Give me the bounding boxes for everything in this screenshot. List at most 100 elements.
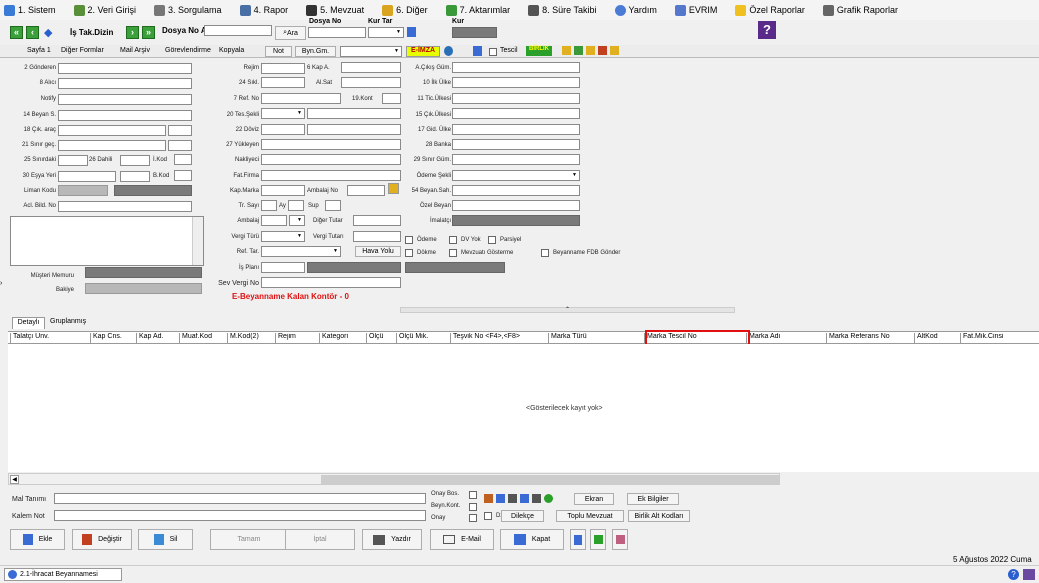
notify-input[interactable] [58,94,192,105]
col-header[interactable]: Kap Ad. [136,333,179,344]
amb-input[interactable] [261,215,287,226]
first-button[interactable]: « [10,26,23,39]
dokme-checkbox[interactable] [405,249,413,257]
gonderen-input[interactable] [58,63,192,74]
side-collapse-icon[interactable]: › [0,280,5,290]
diamond-icon[interactable]: ◆ [44,26,56,39]
upload-icon[interactable] [574,46,583,55]
last-button[interactable]: » [142,26,155,39]
a-sat-input[interactable] [341,77,401,88]
col-header[interactable]: Muaf.Kod [179,333,227,344]
tab-diger-formlar[interactable]: Diğer Formlar [61,47,104,54]
odeme-select[interactable] [452,170,580,181]
splitter-handle[interactable]: ⌃ [400,307,735,313]
sinir-gum-input[interactable] [452,154,580,165]
doc-icon[interactable] [473,46,482,56]
cikis-input[interactable] [452,62,580,73]
amb-select[interactable] [289,215,305,226]
icon-f[interactable] [544,494,553,503]
tab-gruplanmis[interactable]: Gruplanmış [50,318,86,325]
beyan-s-input[interactable] [58,110,192,121]
users-icon[interactable] [1023,569,1035,580]
col-header[interactable]: Kap Cns. [90,333,136,344]
doviz-text[interactable] [307,124,401,135]
vergi-select[interactable] [261,231,305,242]
menu-ozel-raporlar[interactable]: Özel Raporlar [735,4,805,16]
esya-yeri-code-input[interactable] [120,171,150,182]
alici-input[interactable] [58,78,192,89]
tab-sayfa1[interactable]: Sayfa 1 [27,47,51,54]
kapat-button[interactable]: Kapat [500,529,564,550]
tes-sekli-select[interactable] [261,108,305,119]
sinir-gec-input[interactable] [58,140,166,151]
esya-yeri-input[interactable] [58,171,116,182]
icon-a[interactable] [484,494,493,503]
tools-icon[interactable] [598,46,607,55]
hava-yolu-button[interactable]: Hava Yolu [355,246,401,257]
cik-arac-input[interactable] [58,125,166,136]
tab-gorevlendirme[interactable]: Görevlendirme [165,47,211,54]
dahili-input[interactable] [120,155,150,166]
help-icon[interactable]: ? [1008,569,1019,580]
degistir-button[interactable]: Değiştir [72,529,132,550]
tic-input[interactable] [452,93,580,104]
birlik-badge[interactable]: BİRLİK [526,46,552,56]
folder2-icon[interactable] [610,46,619,55]
sev-input[interactable] [261,277,401,288]
tr-say-input[interactable] [261,200,277,211]
parsiyel-checkbox[interactable] [488,236,496,244]
is-takip-label[interactable]: İş Tak.Dizin [70,28,113,37]
prev-button[interactable]: ‹ [26,26,39,39]
tes-sekli-text[interactable] [307,108,401,119]
dosya-no-input[interactable] [308,27,366,38]
shield-icon[interactable] [444,46,453,56]
col-header[interactable]: Fat.Mik.Cinsi [960,333,1039,344]
dzk-checkbox[interactable] [484,512,492,520]
eimza-button[interactable]: E-İMZA [406,46,440,57]
vergi-t-input[interactable] [353,231,401,242]
help-question-icon[interactable]: ? [758,21,776,39]
birlik-alt-button[interactable]: Birlik Alt Kodları [628,510,690,522]
cik-ulke-input[interactable] [452,108,580,119]
kalem-input[interactable] [54,510,426,521]
ekle-button[interactable]: Ekle [10,529,65,550]
toplu-mevzuat-button[interactable]: Toplu Mevzuat [556,510,624,522]
notes-textarea[interactable] [10,216,204,266]
tab-select[interactable] [340,46,402,57]
menu-veri-girisi[interactable]: 2. Veri Girişi [73,4,136,16]
menu-evrim[interactable]: EVRIM [674,4,717,16]
dv-checkbox[interactable] [449,236,457,244]
sil-button[interactable]: Sil [138,529,193,550]
liman-input[interactable] [58,185,108,196]
byn-gm-button[interactable]: Byn.Gm. [295,46,336,57]
menu-sure-takibi[interactable]: 8. Süre Takibi [528,4,597,16]
col-header[interactable]: Marka Adı [746,333,826,344]
col-header[interactable]: Ölçü Mik. [396,333,450,344]
notes-scrollbar[interactable] [192,217,203,265]
sinir-gec-code-input[interactable] [168,140,192,151]
yuk-input[interactable] [261,139,401,150]
folder-open-icon[interactable] [586,46,595,55]
col-header[interactable]: Marka Türü [548,333,644,344]
link-button[interactable] [612,529,628,550]
tescil-checkbox[interactable] [489,48,497,56]
menu-mevzuat[interactable]: 5. Mevzuat [306,4,364,16]
dosya-ara-input[interactable] [204,25,272,36]
tab-mail-arsiv[interactable]: Mail Arşiv [120,47,150,54]
icon-d[interactable] [520,494,529,503]
diger-input[interactable] [353,215,401,226]
banka-input[interactable] [452,139,580,150]
col-header[interactable]: AltKod [914,333,960,344]
taskbar-item[interactable]: 2.1-İhracat Beyannamesi [4,568,122,581]
iptal-button[interactable]: İptal [285,529,355,550]
scroll-thumb[interactable] [321,475,779,484]
dilekce-button[interactable]: Dilekçe [501,510,544,522]
doviz-input[interactable] [261,124,305,135]
beyan-sah-input[interactable] [452,185,580,196]
beyn-kont-checkbox[interactable] [469,503,477,511]
col-header[interactable]: Rejim [275,333,319,344]
sinirdaki-input[interactable] [58,155,88,166]
mevzuat-checkbox[interactable] [449,249,457,257]
sup-input[interactable] [325,200,341,211]
not-button[interactable]: Not [265,46,292,57]
